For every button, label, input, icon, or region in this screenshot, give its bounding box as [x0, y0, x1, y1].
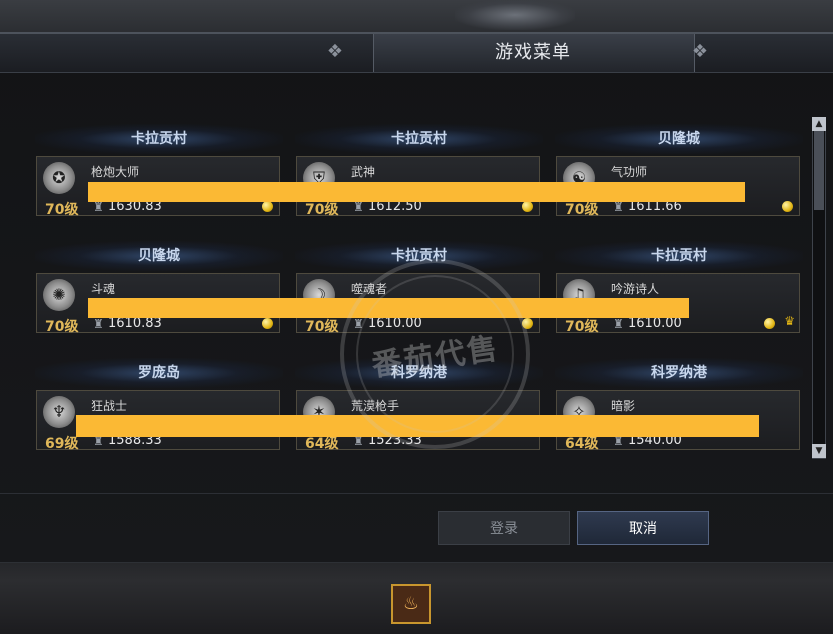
combat-power: 1610.83	[108, 316, 162, 331]
character-level: 69级	[45, 436, 79, 452]
left-ornament-icon: ❖	[326, 41, 344, 62]
character-level: 70级	[305, 202, 339, 218]
fighter-soul-emblem-icon: ✺	[43, 279, 75, 311]
character-name: 气功师	[611, 165, 648, 179]
berserker-emblem-icon: ♆	[43, 396, 75, 428]
helmet-icon: ♜	[93, 317, 104, 331]
crown-icon: ♛	[784, 314, 795, 328]
character-name: 吟游诗人	[611, 282, 660, 296]
character-level: 70级	[565, 202, 599, 218]
helmet-icon: ♜	[353, 200, 364, 214]
character-level: 70级	[305, 319, 339, 335]
helmet-icon: ♜	[613, 200, 624, 214]
helmet-icon: ♜	[93, 200, 104, 214]
server-label: 卡拉贡村	[295, 124, 543, 154]
gunner-emblem-icon: ✪	[43, 162, 75, 194]
window-title: 游戏菜单	[495, 42, 571, 63]
server-label: 卡拉贡村	[35, 124, 283, 154]
coin-icon	[262, 201, 273, 212]
server-label: 科罗纳港	[555, 358, 803, 388]
coin-icon	[782, 201, 793, 212]
skill-slot-icon[interactable]: ♨	[391, 584, 431, 624]
coin-icon	[522, 201, 533, 212]
character-level: 70级	[45, 202, 79, 218]
coin-icon	[764, 318, 775, 329]
character-name: 狂战士	[91, 399, 128, 413]
character-name: 武神	[351, 165, 376, 179]
coin-icon	[262, 318, 273, 329]
divider	[0, 493, 833, 494]
scrollbar-thumb[interactable]	[814, 130, 824, 210]
character-name: 枪炮大师	[91, 165, 140, 179]
helmet-icon: ♜	[613, 317, 624, 331]
character-level: 70级	[565, 319, 599, 335]
cancel-button[interactable]: 取消	[577, 511, 709, 545]
scroll-down-icon[interactable]: ▼	[812, 444, 826, 458]
server-label: 卡拉贡村	[555, 241, 803, 271]
combat-power: 1610.00	[628, 316, 682, 331]
character-name: 暗影	[611, 399, 636, 413]
right-ornament-icon: ❖	[691, 41, 709, 62]
crest-ornament-icon	[455, 0, 575, 30]
scroll-up-icon[interactable]: ▲	[812, 117, 826, 131]
server-label: 贝隆城	[35, 241, 283, 271]
server-label: 贝隆城	[555, 124, 803, 154]
character-name: 斗魂	[91, 282, 116, 296]
character-level: 70级	[45, 319, 79, 335]
login-button[interactable]: 登录	[438, 511, 570, 545]
redaction-bar	[88, 182, 745, 202]
server-label: 罗庞岛	[35, 358, 283, 388]
game-menu-window: 游戏菜单 ❖ ❖ 卡拉贡村 卡拉贡村 贝隆城 贝隆城 卡拉贡村 卡拉贡村 罗庞岛…	[0, 32, 833, 563]
